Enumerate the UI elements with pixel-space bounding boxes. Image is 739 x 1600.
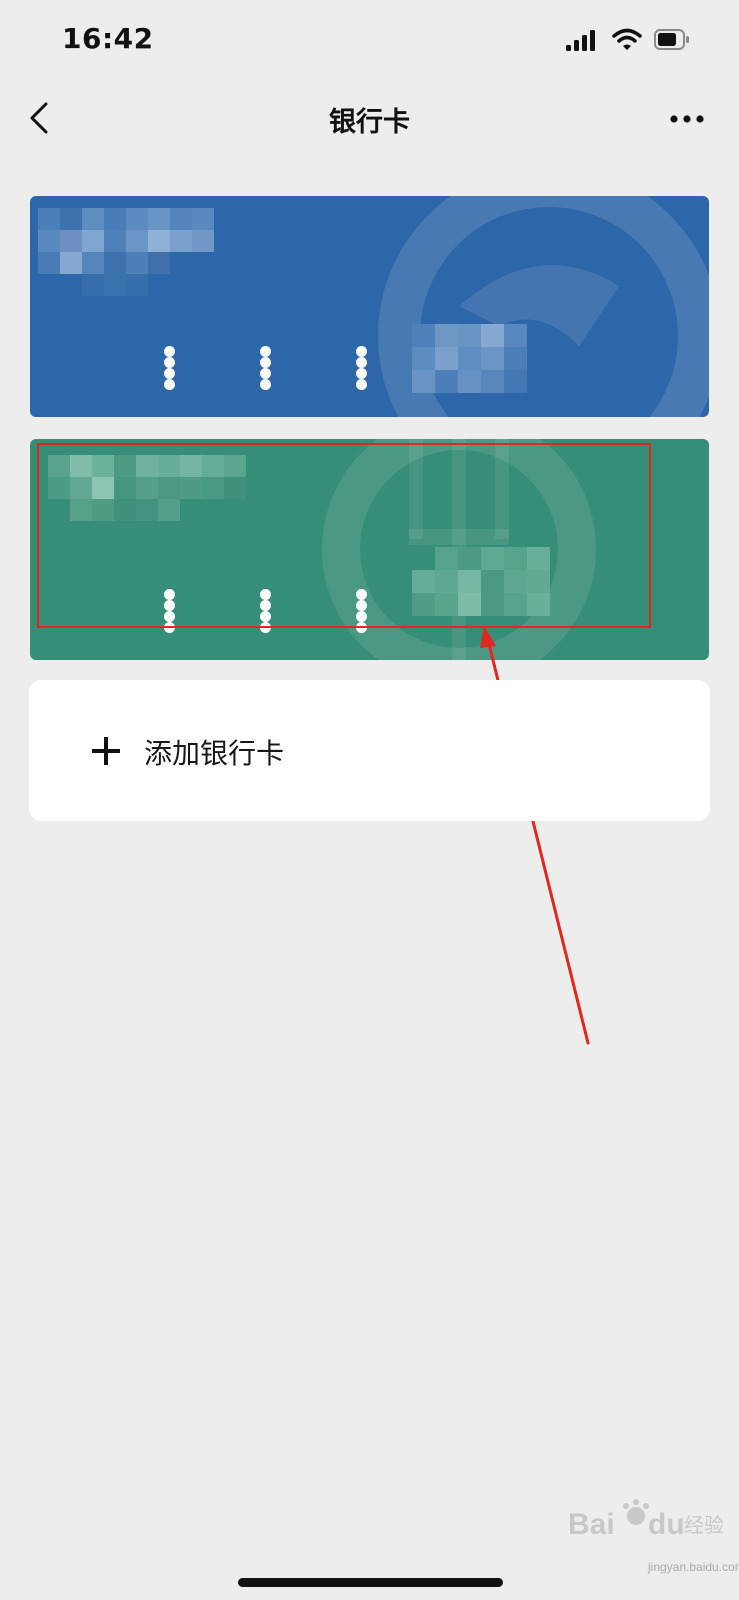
add-bank-card-button[interactable]: 添加银行卡 (29, 680, 710, 821)
mask-dot (164, 622, 175, 633)
mask-dot (164, 346, 175, 357)
mask-group (164, 589, 181, 633)
svg-text:Bai: Bai (568, 1508, 615, 1541)
bank-card-blue[interactable] (30, 196, 709, 417)
mask-dot (356, 379, 367, 390)
mask-group (356, 589, 373, 633)
bank-card-green[interactable] (30, 439, 709, 660)
battery-icon (654, 29, 689, 50)
mask-group (260, 589, 277, 633)
mask-group (356, 346, 373, 390)
home-indicator[interactable] (238, 1578, 503, 1587)
mask-dot (356, 357, 367, 368)
mask-dot (164, 368, 175, 379)
watermark-domain: jingyan.baidu.com (648, 1560, 739, 1574)
svg-text:du: du (648, 1508, 685, 1541)
mask-group (260, 346, 277, 390)
mask-dot (356, 611, 367, 622)
mask-dot (260, 357, 271, 368)
mask-dot (164, 589, 175, 600)
plus-icon (92, 737, 120, 765)
mask-dot (356, 346, 367, 357)
baidu-jingyan-logo-icon: Bai du 经验 (568, 1499, 724, 1541)
mask-dot (260, 368, 271, 379)
bank-name-blurred (38, 208, 214, 296)
status-bar: 16:42 (0, 0, 739, 80)
mask-dot (164, 600, 175, 611)
status-time: 16:42 (62, 22, 154, 55)
mask-dot (164, 357, 175, 368)
mask-dot (260, 379, 271, 390)
mask-dot (356, 589, 367, 600)
card-last-digits-blurred (412, 324, 527, 393)
mask-dot (260, 600, 271, 611)
mask-dot (356, 600, 367, 611)
mask-dot (260, 589, 271, 600)
mask-dot (356, 368, 367, 379)
mask-dot (260, 622, 271, 633)
nav-bar: 银行卡 (0, 80, 739, 160)
page-title: 银行卡 (329, 107, 410, 138)
wifi-icon (612, 28, 642, 50)
add-bank-card-label: 添加银行卡 (144, 737, 285, 770)
mask-dot (356, 622, 367, 633)
more-dots-icon[interactable] (666, 102, 716, 136)
mask-dot (260, 611, 271, 622)
mask-group (164, 346, 181, 390)
svg-text:经验: 经验 (684, 1513, 724, 1537)
card-last-digits-blurred (412, 547, 550, 616)
bank-name-blurred (48, 455, 246, 521)
mask-dot (260, 346, 271, 357)
mask-dot (164, 611, 175, 622)
cellular-signal-icon (566, 30, 595, 51)
mask-dot (164, 379, 175, 390)
